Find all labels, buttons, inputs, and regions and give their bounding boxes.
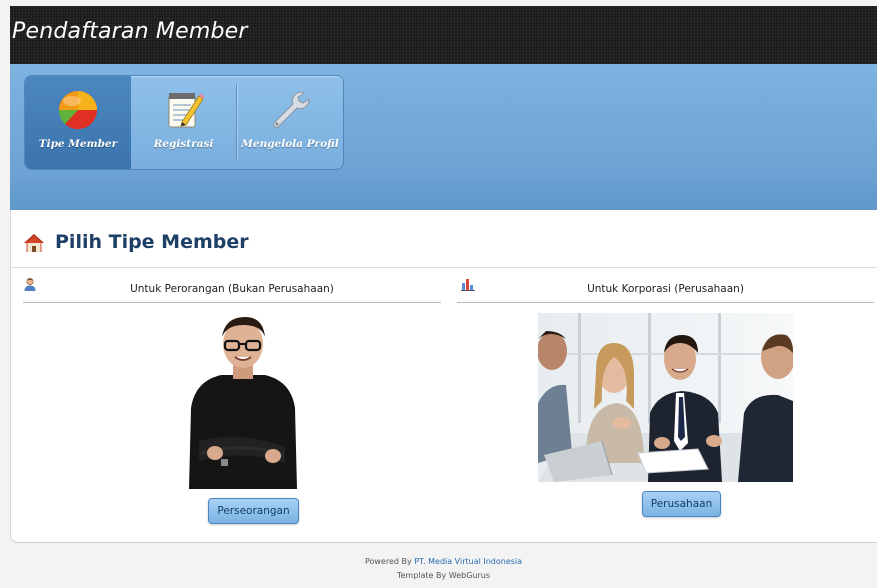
column-header-korporasi: Untuk Korporasi (Perusahaan) xyxy=(457,268,874,303)
nav-item-registrasi[interactable]: Registrasi xyxy=(131,76,236,169)
notepad-pencil-icon xyxy=(168,93,204,128)
footer-template-credit: Template By WebGurus xyxy=(396,571,491,580)
page-title: Pilih Tipe Member xyxy=(55,231,249,253)
pie-chart-icon xyxy=(58,91,98,130)
nav-subbar xyxy=(10,179,877,210)
nav-label-mengelola-profil: Mengelola Profil xyxy=(241,138,339,150)
nav-label-registrasi: Registrasi xyxy=(153,138,214,150)
nav-item-tipe-member[interactable]: Tipe Member xyxy=(25,76,131,169)
perusahaan-button[interactable]: Perusahaan xyxy=(642,491,721,517)
column-header-text: Untuk Korporasi (Perusahaan) xyxy=(587,283,744,295)
nav-band: Tipe Member Registrasi Mengelola Profil xyxy=(10,64,877,179)
footer: Powered By PT. Media Virtual Indonesia T… xyxy=(10,555,877,583)
business-meeting-photo xyxy=(538,313,793,482)
main-panel: Pilih Tipe Member Untuk Perorangan (Buka… xyxy=(10,210,877,543)
app-header: Pendaftaran Member xyxy=(10,6,877,64)
footer-powered-prefix: Powered By xyxy=(364,557,415,566)
app-title: Pendaftaran Member xyxy=(12,19,248,44)
nav-label-tipe-member: Tipe Member xyxy=(38,138,118,150)
man-portrait-photo xyxy=(181,313,304,489)
nav-menu: Tipe Member Registrasi Mengelola Profil xyxy=(24,75,344,170)
wrench-icon xyxy=(273,91,310,128)
perseorangan-button[interactable]: Perseorangan xyxy=(208,498,299,524)
home-icon xyxy=(24,234,44,252)
nav-item-mengelola-profil[interactable]: Mengelola Profil xyxy=(237,76,343,169)
footer-powered-line: Powered By PT. Media Virtual Indonesia xyxy=(10,555,877,569)
column-header-text: Untuk Perorangan (Bukan Perusahaan) xyxy=(130,283,334,295)
column-header-perorangan: Untuk Perorangan (Bukan Perusahaan) xyxy=(23,268,441,303)
footer-company-link[interactable]: PT. Media Virtual Indonesia xyxy=(414,557,522,566)
